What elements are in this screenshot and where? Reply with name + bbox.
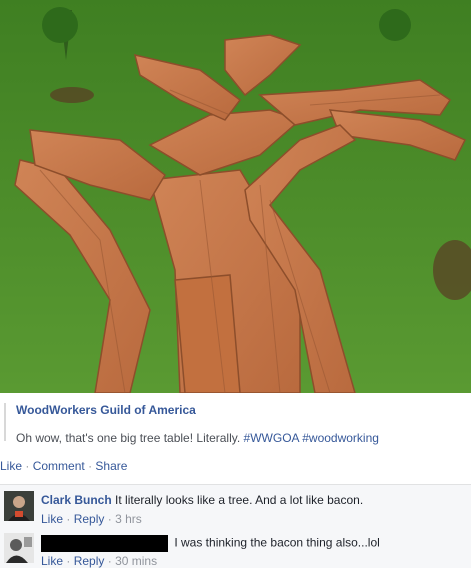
person-avatar-icon[interactable] xyxy=(4,533,34,563)
comment-text: It literally looks like a tree. And a lo… xyxy=(115,493,364,507)
page-name-link[interactable]: WoodWorkers Guild of America xyxy=(16,403,196,417)
comment-reply-link[interactable]: Reply xyxy=(74,554,105,568)
comment-text: I was thinking the bacon thing also...lo… xyxy=(174,535,380,550)
hashtag-wwgoa[interactable]: #WWGOA xyxy=(244,431,299,445)
comment-timestamp[interactable]: 3 hrs xyxy=(115,512,142,526)
comment-like-link[interactable]: Like xyxy=(41,512,63,526)
comment-text-line: I was thinking the bacon thing also...lo… xyxy=(41,535,380,552)
like-link[interactable]: Like xyxy=(0,459,22,473)
separator: · xyxy=(107,512,112,526)
post-text: Oh wow, that's one big tree table! Liter… xyxy=(16,431,379,445)
comment-text-line: Clark Bunch It literally looks like a tr… xyxy=(41,493,363,507)
comment-link[interactable]: Comment xyxy=(33,459,85,473)
person-avatar-icon[interactable] xyxy=(4,491,34,521)
comments-section: Clark Bunch It literally looks like a tr… xyxy=(0,484,471,568)
hashtag-woodworking[interactable]: #woodworking xyxy=(302,431,379,445)
comment-meta: Like · Reply · 3 hrs xyxy=(41,512,142,526)
separator: · xyxy=(66,554,71,568)
comment-like-link[interactable]: Like xyxy=(41,554,63,568)
comment-reply-link[interactable]: Reply xyxy=(74,512,105,526)
comment-meta: Like · Reply · 30 mins xyxy=(41,554,157,568)
separator: · xyxy=(25,459,30,473)
separator: · xyxy=(107,554,112,568)
separator: · xyxy=(88,459,93,473)
post-actions: Like · Comment · Share xyxy=(0,459,127,473)
redacted-author-block xyxy=(41,535,168,552)
comment-timestamp[interactable]: 30 mins xyxy=(115,554,157,568)
quote-bar xyxy=(4,403,6,441)
share-link[interactable]: Share xyxy=(95,459,127,473)
post-body-text: Oh wow, that's one big tree table! Liter… xyxy=(16,431,241,445)
shared-page-block: WoodWorkers Guild of America Oh wow, tha… xyxy=(4,393,466,453)
separator: · xyxy=(66,512,71,526)
tree-table-illustration xyxy=(0,0,471,393)
comment-author[interactable]: Clark Bunch xyxy=(41,493,112,507)
post-photo-tree-table[interactable] xyxy=(0,0,471,393)
